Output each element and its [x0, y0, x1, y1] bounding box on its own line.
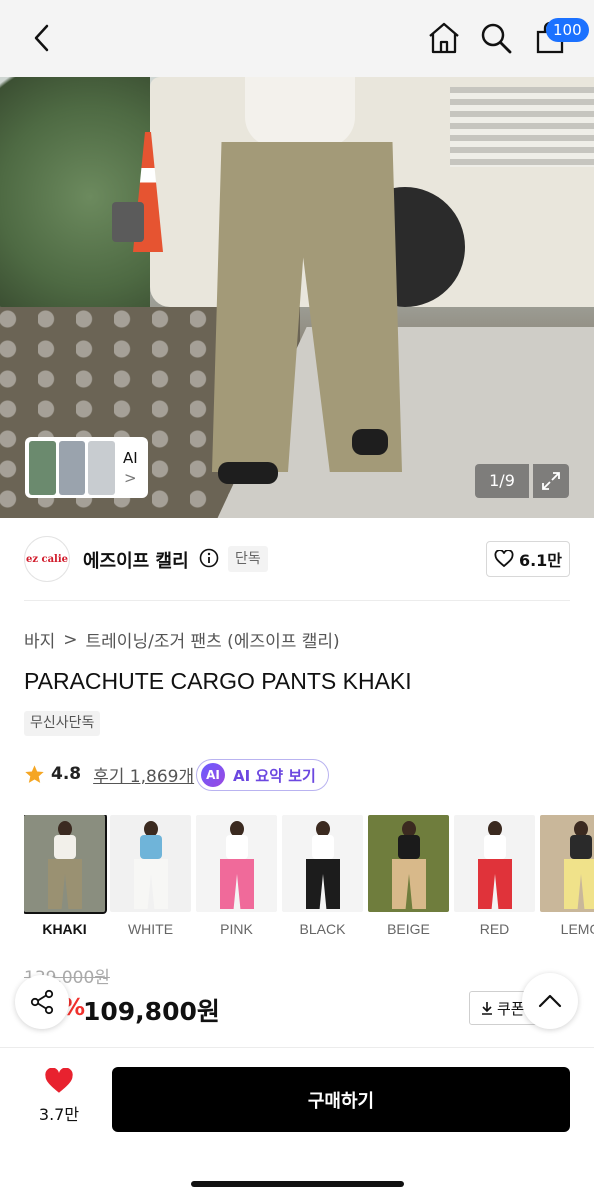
breadcrumb-separator: > [63, 629, 78, 650]
brand-logo[interactable]: ez calie [24, 536, 70, 582]
product-title: PARACHUTE CARGO PANTS KHAKI [24, 668, 412, 694]
cart-count-badge: 100 [546, 18, 589, 42]
star-icon [25, 764, 44, 783]
buy-button[interactable]: 구매하기 [112, 1067, 570, 1132]
color-swatch[interactable]: PINK [196, 815, 277, 937]
heart-outline-icon [494, 550, 514, 568]
sale-price: 109,800원 [83, 997, 220, 1026]
color-swatch[interactable]: LEMO [540, 815, 594, 937]
color-swatch-image [110, 815, 191, 912]
expand-photo-button[interactable] [533, 464, 569, 498]
breadcrumb-child[interactable]: 트레이닝/조거 팬츠 (에즈이프 캘리) [86, 627, 340, 652]
ai-summary-label: AI 요약 보기 [233, 766, 316, 785]
photo-model-shoe [352, 429, 388, 455]
model-pants [220, 859, 254, 909]
ai-thumb [58, 440, 86, 495]
back-button[interactable] [22, 18, 62, 58]
coupon-label: 쿠폰 [497, 999, 525, 1018]
photo-counter: 1/9 [475, 464, 529, 498]
ai-style-chip[interactable]: AI > [25, 437, 148, 498]
photo-model-top [245, 77, 355, 147]
photo-truck-grille [450, 87, 594, 167]
search-icon [481, 23, 512, 54]
chevron-up-icon [538, 994, 562, 1008]
home-button[interactable] [424, 18, 464, 58]
breadcrumb-parent[interactable]: 바지 [24, 627, 55, 652]
download-icon [482, 1002, 492, 1015]
color-swatch-label: PINK [220, 921, 253, 937]
model-pants [392, 859, 426, 909]
color-swatch[interactable]: BLACK [282, 815, 363, 937]
model-top [312, 835, 334, 859]
model-top [140, 835, 162, 859]
rating-score: 4.8 [51, 764, 82, 784]
exclusive-badge: 단독 [228, 546, 268, 572]
review-count-link[interactable]: 후기 1,869개 [93, 762, 194, 787]
model-pants [564, 859, 594, 909]
model-top [570, 835, 592, 859]
color-swatch-image [540, 815, 594, 912]
model-top [226, 835, 248, 859]
brand-like-button[interactable]: 6.1만 [486, 541, 570, 577]
color-swatch-image [368, 815, 449, 912]
home-indicator [191, 1181, 404, 1187]
model-pants [306, 859, 340, 909]
color-swatch-label: BLACK [299, 921, 346, 937]
wishlist-count: 3.7만 [38, 1105, 80, 1124]
color-options: KHAKI WHITE PINK BLACK BEIGE RED LEMO [24, 815, 594, 940]
ai-thumb [29, 440, 56, 495]
scroll-top-button[interactable] [522, 973, 578, 1029]
color-swatch-image [24, 815, 107, 914]
color-swatch-label: RED [479, 921, 510, 937]
ai-summary-button[interactable]: AI AI 요약 보기 [196, 759, 329, 791]
photo-model-shoe [218, 462, 278, 484]
color-swatch-label: WHITE [127, 921, 174, 937]
color-swatch-label: LEMO [560, 921, 594, 937]
model-pants [478, 859, 512, 909]
ai-chip-text: AI [123, 448, 138, 467]
ai-thumb [88, 440, 116, 495]
breadcrumb: 바지 > 트레이닝/조거 팬츠 (에즈이프 캘리) [24, 627, 340, 653]
model-top [398, 835, 420, 859]
color-swatch-image [196, 815, 277, 912]
search-button[interactable] [476, 18, 516, 58]
color-swatch-image [282, 815, 363, 912]
model-top [54, 835, 76, 859]
color-swatch-label: BEIGE [387, 921, 430, 937]
color-swatch-label: KHAKI [42, 921, 87, 937]
heart-filled-icon [45, 1067, 73, 1093]
model-pants [48, 859, 82, 909]
color-swatch[interactable]: KHAKI [24, 815, 107, 937]
bottom-bar-divider [0, 1047, 594, 1048]
share-button[interactable] [15, 975, 69, 1029]
top-bar: 100 [0, 0, 594, 77]
color-swatch-image [454, 815, 535, 912]
info-icon[interactable] [199, 548, 219, 568]
expand-icon [542, 472, 560, 490]
exclusive-tag: 무신사단독 [24, 711, 101, 736]
model-top [484, 835, 506, 859]
divider [24, 600, 570, 601]
chevron-left-icon [34, 24, 49, 52]
color-swatch[interactable]: WHITE [110, 815, 191, 937]
model-pants [134, 859, 168, 909]
ai-chip-label: AI > [123, 448, 138, 488]
rating-row: 4.8 후기 1,869개 [24, 760, 194, 788]
color-swatch[interactable]: RED [454, 815, 535, 937]
home-icon [429, 22, 459, 54]
wishlist-button[interactable]: 3.7만 [30, 1067, 88, 1125]
chevron-right-icon: > [124, 468, 137, 487]
color-swatch[interactable]: BEIGE [368, 815, 449, 937]
photo-lamp [112, 202, 144, 242]
ai-style-thumbnails [29, 440, 116, 495]
brand-name[interactable]: 에즈이프 캘리 [83, 547, 189, 573]
ai-badge-icon: AI [201, 763, 225, 787]
brand-like-count: 6.1만 [518, 551, 563, 570]
share-icon [30, 989, 54, 1015]
